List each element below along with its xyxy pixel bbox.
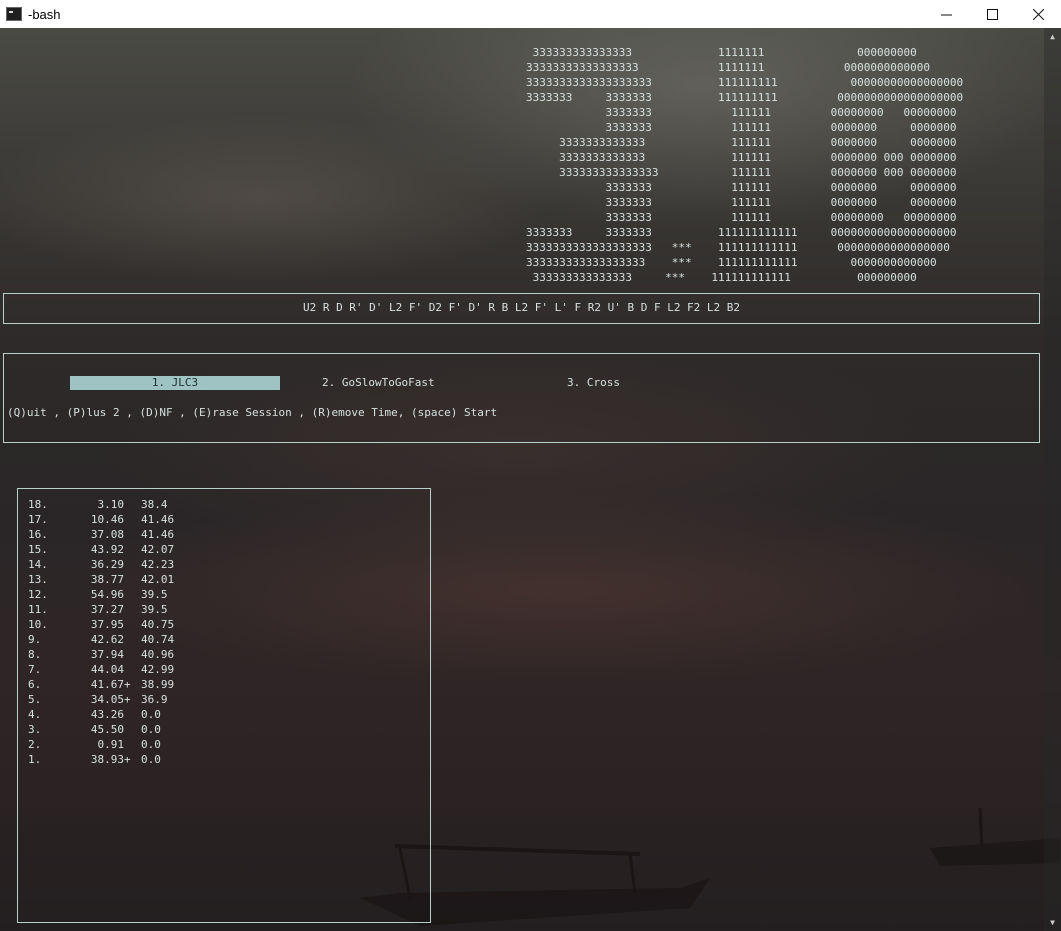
- time-index: 14.: [28, 558, 48, 571]
- time-index: 7.: [28, 663, 42, 676]
- time-index: 9.: [28, 633, 42, 646]
- ascii-logo: 333333333333333 1111111 000000000 333333…: [526, 46, 964, 284]
- time-index: 10.: [28, 618, 48, 631]
- minimize-icon: [940, 14, 952, 15]
- time-index: 1.: [28, 753, 42, 766]
- boat-silhouette-right: [930, 808, 1060, 866]
- time-average: 42.23: [141, 558, 175, 571]
- time-average: 40.74: [141, 633, 175, 646]
- time-index: 11.: [28, 603, 48, 616]
- scroll-down-icon[interactable]: ▼: [1048, 918, 1057, 927]
- time-value: 0.91: [97, 738, 125, 751]
- time-average: 0.0: [141, 753, 161, 766]
- time-value: 42.62: [90, 633, 124, 646]
- time-index: 17.: [28, 513, 48, 526]
- scramble-panel: U2 R D R' D' L2 F' D2 F' D' R B L2 F' L'…: [3, 293, 1040, 324]
- close-icon: [1032, 8, 1044, 20]
- time-average: 39.5: [141, 588, 168, 601]
- time-average: 40.96: [141, 648, 175, 661]
- time-index: 6.: [28, 678, 42, 691]
- minimize-button[interactable]: [923, 0, 969, 28]
- session-cross[interactable]: 3. Cross: [567, 376, 620, 390]
- time-average: 36.9: [141, 693, 168, 706]
- terminal-icon: [6, 7, 22, 21]
- time-average: 38.99: [141, 678, 175, 691]
- time-average: 0.0: [141, 738, 161, 751]
- time-index: 13.: [28, 573, 48, 586]
- time-value: 37.27: [90, 603, 124, 616]
- window-title: -bash: [28, 6, 61, 22]
- time-value: 37.94: [90, 648, 124, 661]
- time-index: 3.: [28, 723, 42, 736]
- scroll-up-icon[interactable]: ▲: [1048, 32, 1057, 41]
- time-index: 12.: [28, 588, 48, 601]
- time-value: 3.10: [97, 498, 125, 511]
- key-help-line: (Q)uit , (P)lus 2 , (D)NF , (E)rase Sess…: [7, 406, 498, 419]
- times-panel: 18. 3.10 38.4 17. 10.46 41.46 16. 37.08 41.46 15.…: [17, 488, 431, 923]
- time-penalty-flag: +: [124, 693, 131, 706]
- session-jlc3[interactable]: 1. JLC3: [70, 376, 280, 390]
- time-value: 43.26: [90, 708, 124, 721]
- time-value: 45.50: [90, 723, 124, 736]
- time-value: 38.77: [90, 573, 124, 586]
- maximize-button[interactable]: [969, 0, 1015, 28]
- scrollbar[interactable]: ▲ ▼: [1044, 28, 1061, 931]
- session-menu-panel: 1. JLC3 2. GoSlowToGoFast 3. Cross (Q)ui…: [3, 353, 1040, 443]
- time-average: 40.75: [141, 618, 175, 631]
- session-goslowtogofast[interactable]: 2. GoSlowToGoFast: [322, 376, 435, 390]
- time-average: 0.0: [141, 723, 161, 736]
- time-value: 37.95: [90, 618, 124, 631]
- time-value: 43.92: [90, 543, 124, 556]
- time-average: 0.0: [141, 708, 161, 721]
- time-value: 38.93: [90, 753, 124, 766]
- time-average: 42.99: [141, 663, 175, 676]
- time-average: 41.46: [141, 528, 175, 541]
- time-index: 5.: [28, 693, 42, 706]
- window-titlebar: -bash: [0, 0, 1061, 28]
- time-value: 41.67: [90, 678, 124, 691]
- time-average: 42.01: [141, 573, 175, 586]
- time-value: 54.96: [90, 588, 124, 601]
- time-penalty-flag: +: [124, 678, 131, 691]
- time-index: 4.: [28, 708, 42, 721]
- maximize-icon: [986, 8, 998, 20]
- time-index: 8.: [28, 648, 42, 661]
- time-value: 44.04: [90, 663, 124, 676]
- time-penalty-flag: +: [124, 753, 131, 766]
- time-index: 16.: [28, 528, 48, 541]
- time-index: 2.: [28, 738, 42, 751]
- time-average: 39.5: [141, 603, 168, 616]
- time-average: 38.4: [141, 498, 168, 511]
- time-average: 41.46: [141, 513, 175, 526]
- time-value: 10.46: [90, 513, 124, 526]
- time-index: 15.: [28, 543, 48, 556]
- time-index: 18.: [28, 498, 48, 511]
- close-button[interactable]: [1015, 0, 1061, 28]
- scramble-text: U2 R D R' D' L2 F' D2 F' D' R B L2 F' L'…: [302, 301, 741, 314]
- time-value: 36.29: [90, 558, 124, 571]
- time-value: 37.08: [90, 528, 124, 541]
- time-value: 34.05: [90, 693, 124, 706]
- time-average: 42.07: [141, 543, 175, 556]
